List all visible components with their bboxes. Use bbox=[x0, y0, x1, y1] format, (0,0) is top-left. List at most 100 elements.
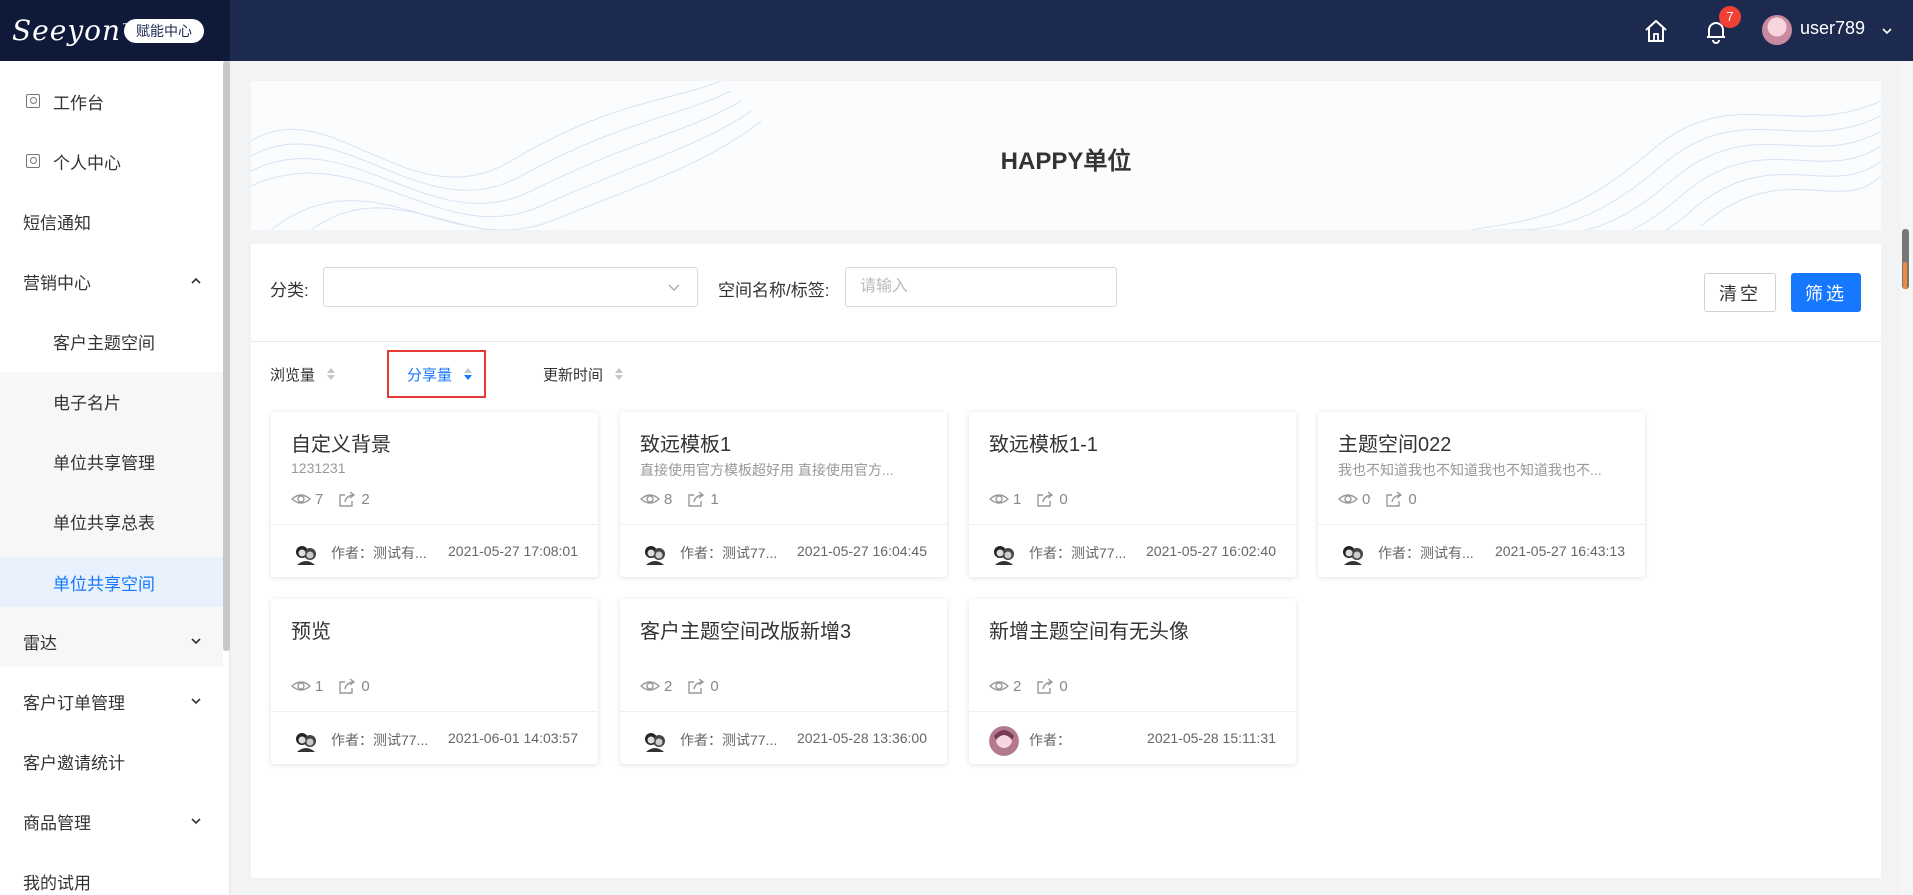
card-stats: 00 bbox=[1338, 489, 1431, 509]
section-gap bbox=[251, 230, 1881, 244]
share-count: 0 bbox=[1059, 677, 1068, 695]
card-author: 作者：测试有... bbox=[331, 545, 427, 561]
sort-by-updated[interactable]: 更新时间 bbox=[543, 364, 603, 385]
sidebar-item-marketing[interactable]: 营销中心 bbox=[0, 257, 223, 305]
person-icon bbox=[26, 154, 40, 168]
sidebar-item-label: 工作台 bbox=[53, 93, 104, 113]
card-footer: 作者：测试有... 2021-05-27 17:08:01 bbox=[271, 524, 598, 577]
sidebar-item-label: 客户主题空间 bbox=[53, 333, 155, 353]
sidebar-item-unit-share-space[interactable]: 单位共享空间 bbox=[0, 557, 223, 607]
sidebar-item-business-card[interactable]: 电子名片 bbox=[0, 377, 223, 425]
sidebar-scrollbar[interactable] bbox=[223, 61, 230, 651]
card-updated-time: 2021-05-28 15:11:31 bbox=[1147, 730, 1276, 746]
eye-icon bbox=[291, 681, 311, 691]
card-footer: 作者：测试有... 2021-05-27 16:43:13 bbox=[1318, 524, 1645, 577]
card-footer: 作者：测试77... 2021-05-27 16:04:45 bbox=[620, 524, 947, 577]
card-description: 1231231 bbox=[291, 460, 346, 476]
card-title: 新增主题空间有无头像 bbox=[989, 621, 1189, 643]
card-author: 作者：测试77... bbox=[331, 732, 429, 748]
chevron-down-icon bbox=[191, 638, 201, 645]
author-avatar bbox=[640, 726, 670, 756]
home-icon[interactable] bbox=[1642, 17, 1670, 45]
view-count: 1 bbox=[315, 677, 324, 695]
space-card[interactable]: 主题空间022 我也不知道我也不知道我也不知道我也不... 0 0 作者：测试有... 2… bbox=[1318, 412, 1645, 577]
sidebar-item-label: 我的试用 bbox=[23, 873, 91, 893]
space-card[interactable]: 客户主题空间改版新增3 2 0 作者：测试77... 2021-05-28 13:36:… bbox=[620, 599, 947, 764]
center-badge: 赋能中心 bbox=[124, 19, 204, 43]
username[interactable]: user789 bbox=[1800, 18, 1865, 39]
sidebar-item-personal-center[interactable]: 个人中心 bbox=[0, 137, 223, 185]
card-description: 直接使用官方模板超好用 直接使用官方... bbox=[640, 462, 894, 478]
sidebar-item-orders[interactable]: 客户订单管理 bbox=[0, 677, 223, 725]
share-count: 1 bbox=[710, 490, 719, 508]
card-author: 作者：测试77... bbox=[680, 732, 778, 748]
brand-text: Seeyon bbox=[12, 14, 122, 47]
page-scrollbar-accent bbox=[1903, 262, 1907, 289]
chevron-down-icon bbox=[191, 698, 201, 705]
eye-icon bbox=[640, 681, 660, 691]
notification-count-badge: 7 bbox=[1719, 6, 1741, 28]
user-avatar[interactable] bbox=[1762, 15, 1792, 45]
logo-area: SeeyonTM 赋能中心 bbox=[0, 0, 230, 61]
share-icon bbox=[1037, 678, 1054, 694]
sidebar-item-sms[interactable]: 短信通知 bbox=[0, 197, 223, 245]
author-avatar bbox=[640, 539, 670, 569]
sidebar-item-label: 单位共享管理 bbox=[53, 453, 155, 473]
card-updated-time: 2021-05-27 16:04:45 bbox=[797, 543, 927, 559]
share-count: 0 bbox=[361, 677, 370, 695]
card-description: 我也不知道我也不知道我也不知道我也不... bbox=[1338, 462, 1602, 478]
sidebar-item-label: 商品管理 bbox=[23, 813, 91, 833]
sidebar-item-unit-share-summary[interactable]: 单位共享总表 bbox=[0, 497, 223, 545]
share-icon bbox=[1386, 491, 1403, 507]
sidebar-item-label: 客户订单管理 bbox=[23, 693, 125, 713]
author-avatar bbox=[989, 726, 1019, 756]
card-title: 客户主题空间改版新增3 bbox=[640, 621, 852, 643]
divider bbox=[251, 341, 1881, 342]
top-bar bbox=[0, 0, 1913, 61]
author-avatar bbox=[291, 539, 321, 569]
chevron-down-icon[interactable] bbox=[667, 280, 681, 294]
clear-button[interactable]: 清空 bbox=[1704, 273, 1776, 312]
card-stats: 72 bbox=[291, 489, 384, 509]
space-name-input[interactable] bbox=[845, 267, 1117, 307]
sidebar-item-customer-space[interactable]: 客户主题空间 bbox=[0, 317, 223, 365]
author-avatar bbox=[291, 726, 321, 756]
space-card[interactable]: 新增主题空间有无头像 2 0 作者： 2021-05-28 15:11:31 bbox=[969, 599, 1296, 764]
space-card[interactable]: 致远模板1 直接使用官方模板超好用 直接使用官方... 8 1 作者：测试77... 20… bbox=[620, 412, 947, 577]
view-count: 8 bbox=[664, 490, 673, 508]
card-author: 作者：测试77... bbox=[680, 545, 778, 561]
share-count: 0 bbox=[710, 677, 719, 695]
sort-icon[interactable] bbox=[614, 366, 624, 382]
share-count: 0 bbox=[1408, 490, 1417, 508]
chevron-down-icon[interactable] bbox=[1880, 24, 1894, 38]
sidebar-item-workbench[interactable]: 工作台 bbox=[0, 77, 223, 125]
space-card[interactable]: 自定义背景 1231231 7 2 作者：测试有... 2021-05-27 17:08:… bbox=[271, 412, 598, 577]
sidebar-item-unit-share-manage[interactable]: 单位共享管理 bbox=[0, 437, 223, 485]
card-title: 致远模板1 bbox=[640, 434, 732, 456]
sidebar-item-invite-stats[interactable]: 客户邀请统计 bbox=[0, 737, 223, 785]
eye-icon bbox=[989, 681, 1009, 691]
view-count: 0 bbox=[1362, 490, 1371, 508]
category-select[interactable] bbox=[323, 267, 698, 307]
sort-label: 浏览量 bbox=[270, 367, 316, 384]
sidebar-item-my-trial[interactable]: 我的试用 bbox=[0, 857, 223, 895]
card-author: 作者：测试77... bbox=[1029, 545, 1127, 561]
space-card[interactable]: 预览 1 0 作者：测试77... 2021-06-01 14:03:57 bbox=[271, 599, 598, 764]
eye-icon bbox=[291, 494, 311, 504]
sidebar-item-products[interactable]: 商品管理 bbox=[0, 797, 223, 845]
filter-button[interactable]: 筛选 bbox=[1791, 273, 1861, 312]
card-stats: 20 bbox=[640, 676, 733, 696]
eye-icon bbox=[640, 494, 660, 504]
sidebar-item-label: 电子名片 bbox=[53, 393, 121, 413]
sidebar-item-label: 单位共享空间 bbox=[53, 574, 155, 594]
seeyon-logo[interactable]: SeeyonTM bbox=[12, 14, 140, 47]
chevron-up-icon bbox=[191, 277, 201, 284]
share-icon bbox=[688, 491, 705, 507]
sort-icon[interactable] bbox=[326, 366, 336, 382]
share-icon bbox=[1037, 491, 1054, 507]
card-stats: 10 bbox=[989, 489, 1082, 509]
card-updated-time: 2021-06-01 14:03:57 bbox=[448, 730, 578, 746]
sort-by-views[interactable]: 浏览量 bbox=[270, 364, 315, 385]
space-card[interactable]: 致远模板1-1 1 0 作者：测试77... 2021-05-27 16:02:40 bbox=[969, 412, 1296, 577]
sidebar-item-radar[interactable]: 雷达 bbox=[0, 617, 223, 665]
